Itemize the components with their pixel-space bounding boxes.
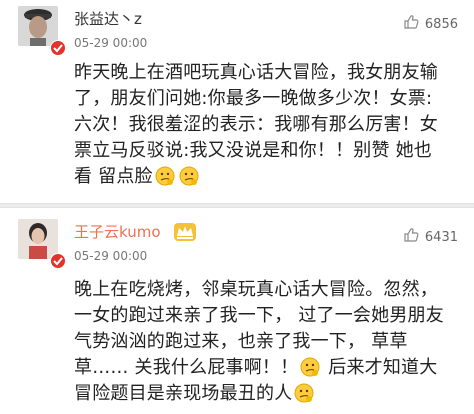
comment-text: 昨天晚上在酒吧玩真心话大冒险，我女朋友输 了，朋友们问她:你最多一晚做多少次！女… xyxy=(74,60,460,190)
verified-badge-icon xyxy=(50,253,66,269)
username[interactable]: 张益达丶z xyxy=(74,10,142,28)
comment-line: 了，朋友们问她:你最多一晚做多少次！女票: xyxy=(74,88,433,109)
verified-badge-icon xyxy=(50,40,66,56)
like-count: 6856 xyxy=(424,16,458,32)
comment-line: 票立马反驳说:我又没说是和你！！别赞 她也 xyxy=(74,140,432,161)
comment-line: 气势汹汹的跑过来，也亲了我一下， 草草 xyxy=(74,331,408,352)
thumbs-up-icon xyxy=(403,14,419,34)
member-crown-icon xyxy=(174,223,196,241)
comment-text: 晚上在吃烧烤，邻桌玩真心话大冒险。忽然， 一女的跑过来亲了我一下， 过了一会她男… xyxy=(74,277,460,407)
thinking-face-emoji-icon xyxy=(300,357,320,377)
comment-line: 晚上在吃烧烤，邻桌玩真心话大冒险。忽然， xyxy=(74,279,438,300)
thinking-face-emoji-icon xyxy=(294,383,314,403)
comment-line-with-emoji: 草…… 关我什么屁事啊！！ 后来才知道大 xyxy=(74,355,460,381)
comment-line-text: 草…… 关我什么屁事啊！！ xyxy=(74,357,299,378)
comment-line-text: 看 留点脸 xyxy=(74,166,153,187)
comment-line: 一女的跑过来亲了我一下， 过了一会她男朋友 xyxy=(74,305,444,326)
timestamp: 05-29 00:00 xyxy=(74,36,148,50)
comment-line-with-emoji: 看 留点脸 xyxy=(74,164,460,190)
username[interactable]: 王子云kumo xyxy=(74,223,161,241)
comment-line-text: 冒险题目是亲现场最丑的人 xyxy=(74,383,293,404)
comment-line: 六次！我很羞涩的表示：我哪有那么厉害！女 xyxy=(74,114,438,135)
timestamp: 05-29 00:00 xyxy=(74,249,148,263)
thumbs-up-icon xyxy=(403,227,419,247)
comment-1: 张益达丶z 05-29 00:00 6856 昨天晚上在酒吧玩真心话大冒险，我女… xyxy=(0,0,474,203)
like-button[interactable]: 6856 xyxy=(403,14,458,34)
like-button[interactable]: 6431 xyxy=(403,227,458,247)
thinking-face-emoji-icon xyxy=(179,166,199,186)
like-count: 6431 xyxy=(424,229,458,245)
thinking-face-emoji-icon xyxy=(155,166,175,186)
user-avatar[interactable] xyxy=(18,6,58,46)
comment-2: 王子云kumo 05-29 00:00 6431 晚上在吃烧烤，邻桌玩真心话大冒… xyxy=(0,208,474,414)
comment-line: 昨天晚上在酒吧玩真心话大冒险，我女朋友输 xyxy=(74,62,438,83)
comment-line-text: 后来才知道大 xyxy=(328,357,438,378)
user-avatar[interactable] xyxy=(18,219,58,259)
comment-line-with-emoji: 冒险题目是亲现场最丑的人 xyxy=(74,381,460,407)
